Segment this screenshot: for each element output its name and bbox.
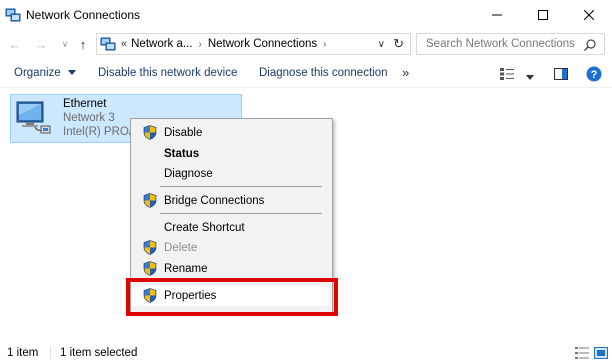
shield-icon bbox=[143, 261, 157, 276]
menu-item-label: Status bbox=[164, 147, 200, 160]
preview-pane-icon bbox=[554, 68, 568, 80]
svg-text:?: ? bbox=[591, 69, 598, 81]
connection-adapter: Intel(R) PRO/1 bbox=[63, 126, 139, 138]
disable-network-device-button[interactable]: Disable this network device bbox=[98, 67, 237, 79]
dropdown-arrow-icon bbox=[67, 70, 76, 76]
menu-separator bbox=[160, 213, 322, 214]
view-options-icon bbox=[500, 68, 514, 80]
details-view-icon bbox=[575, 347, 589, 359]
menu-item-delete[interactable]: Delete bbox=[133, 237, 330, 258]
search-box[interactable] bbox=[416, 33, 605, 55]
recent-locations-button[interactable]: ∨ bbox=[56, 35, 74, 53]
connection-network: Network 3 bbox=[63, 112, 115, 124]
more-commands-button[interactable]: » bbox=[402, 65, 409, 80]
command-bar: Organize Disable this network device Dia… bbox=[0, 60, 612, 88]
large-icons-view-icon bbox=[594, 347, 608, 359]
view-dropdown-button[interactable] bbox=[526, 71, 534, 83]
ethernet-adapter-icon bbox=[13, 99, 53, 139]
maximize-button[interactable] bbox=[520, 0, 566, 30]
connection-name: Ethernet bbox=[63, 98, 107, 110]
menu-item-label: Delete bbox=[164, 241, 198, 254]
menu-item-label: Bridge Connections bbox=[164, 194, 265, 207]
breadcrumb-separator-icon[interactable]: › bbox=[323, 39, 326, 50]
forward-button[interactable]: → bbox=[32, 35, 50, 53]
search-icon[interactable] bbox=[584, 39, 596, 51]
shield-icon bbox=[143, 125, 157, 140]
forward-arrow-icon: → bbox=[34, 36, 48, 52]
organize-button[interactable]: Organize bbox=[14, 67, 76, 79]
overflow-icon[interactable]: « bbox=[121, 38, 127, 50]
location-icon bbox=[100, 36, 116, 52]
title-bar: Network Connections bbox=[0, 0, 612, 30]
menu-item-label: Rename bbox=[164, 262, 208, 275]
address-dropdown-icon[interactable]: ∨ bbox=[378, 39, 385, 50]
chevron-down-icon: ∨ bbox=[61, 38, 69, 49]
details-view-button[interactable] bbox=[575, 347, 589, 362]
menu-item-disable[interactable]: Disable bbox=[133, 122, 330, 143]
minimize-button[interactable] bbox=[474, 0, 520, 30]
selection-count: 1 item selected bbox=[60, 347, 138, 359]
minimize-icon bbox=[492, 14, 502, 16]
address-row: ← → ∨ ↑ « Network a... › Network Connect… bbox=[0, 31, 612, 57]
up-button[interactable]: ↑ bbox=[74, 35, 92, 53]
menu-item-status[interactable]: Status bbox=[133, 143, 330, 164]
network-connections-icon bbox=[5, 7, 21, 23]
preview-pane-button[interactable] bbox=[554, 68, 568, 83]
search-input[interactable] bbox=[426, 38, 576, 50]
help-button[interactable]: ? bbox=[586, 66, 602, 85]
refresh-icon[interactable]: ↻ bbox=[393, 36, 404, 52]
properties-highlight-box bbox=[126, 278, 338, 316]
organize-label: Organize bbox=[14, 67, 61, 79]
menu-item-create-shortcut[interactable]: Create Shortcut bbox=[133, 217, 330, 238]
up-arrow-icon: ↑ bbox=[79, 36, 87, 52]
menu-item-bridge-connections[interactable]: Bridge Connections bbox=[133, 190, 330, 211]
menu-item-label: Create Shortcut bbox=[164, 221, 245, 234]
breadcrumb-separator-icon[interactable]: › bbox=[198, 39, 201, 50]
maximize-icon bbox=[538, 10, 548, 20]
menu-item-label: Disable bbox=[164, 126, 203, 139]
status-divider bbox=[50, 346, 51, 359]
breadcrumb-network-connections[interactable]: Network Connections bbox=[208, 38, 317, 50]
help-icon: ? bbox=[586, 66, 602, 82]
shield-icon bbox=[143, 193, 157, 208]
back-arrow-icon: ← bbox=[8, 36, 22, 52]
change-view-button[interactable] bbox=[500, 68, 514, 83]
close-icon bbox=[584, 10, 594, 20]
large-icons-view-button[interactable] bbox=[594, 347, 608, 362]
address-bar[interactable]: « Network a... › Network Connections › ∨… bbox=[96, 33, 411, 55]
diagnose-connection-button[interactable]: Diagnose this connection bbox=[259, 67, 388, 79]
shield-icon bbox=[143, 240, 157, 255]
menu-item-rename[interactable]: Rename bbox=[133, 258, 330, 279]
breadcrumb-network-and-internet[interactable]: Network a... bbox=[131, 38, 192, 50]
status-bar: 1 item 1 item selected bbox=[0, 340, 612, 363]
window-title: Network Connections bbox=[26, 8, 141, 22]
chevron-down-icon bbox=[526, 75, 534, 80]
menu-separator bbox=[160, 186, 322, 187]
back-button[interactable]: ← bbox=[6, 35, 24, 53]
close-button[interactable] bbox=[566, 0, 612, 30]
item-count: 1 item bbox=[7, 347, 39, 359]
menu-item-label: Diagnose bbox=[164, 167, 213, 180]
menu-item-diagnose[interactable]: Diagnose bbox=[133, 163, 330, 184]
